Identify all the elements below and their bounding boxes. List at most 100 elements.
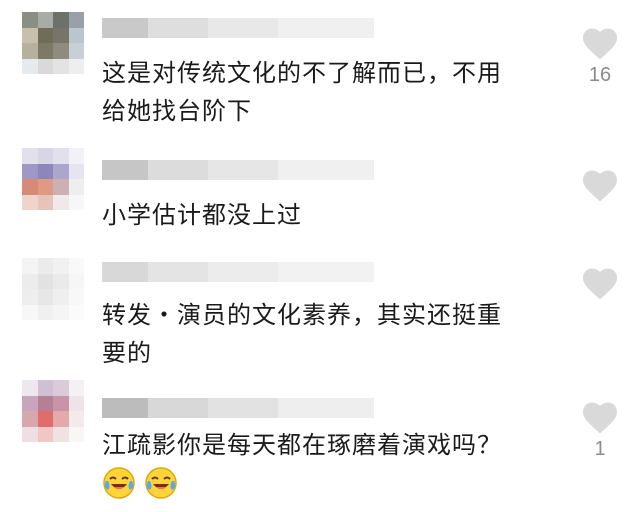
like-count: 1	[594, 438, 606, 460]
avatar-pixel	[37, 194, 53, 210]
username-pixel	[102, 262, 148, 282]
like-button[interactable]	[578, 168, 622, 206]
comment-text: 转发・演员的文化素养，其实还挺重 要的	[102, 301, 502, 367]
username-pixel	[278, 160, 374, 180]
avatar-pixel	[53, 179, 69, 195]
avatar-pixel	[22, 12, 38, 28]
avatar-pixel	[22, 273, 38, 289]
avatar-pixel	[22, 194, 38, 210]
avatar-pixel	[37, 426, 53, 442]
username-blurred[interactable]	[102, 160, 374, 180]
avatar-pixel	[22, 426, 38, 442]
avatar-pixel	[22, 258, 38, 274]
heart-icon	[583, 268, 617, 300]
avatar-pixel	[22, 304, 38, 320]
username-pixel	[102, 18, 148, 38]
avatar-pixel	[37, 58, 53, 74]
like-button[interactable]	[578, 266, 622, 304]
avatar-pixel	[68, 27, 84, 43]
avatar-pixel	[68, 163, 84, 179]
laughing-crying-emoji-icon	[145, 467, 177, 499]
heart-icon	[583, 28, 617, 60]
avatar-pixel	[68, 304, 84, 320]
avatar-pixel	[68, 194, 84, 210]
avatar-pixel	[22, 163, 38, 179]
username-blurred[interactable]	[102, 18, 374, 38]
avatar-pixel	[53, 426, 69, 442]
avatar-pixel	[37, 258, 53, 274]
avatar[interactable]	[22, 380, 84, 442]
avatar[interactable]	[22, 148, 84, 210]
avatar-pixel	[22, 395, 38, 411]
avatar-pixel	[53, 12, 69, 28]
username-pixel	[208, 398, 278, 418]
avatar-pixel	[37, 380, 53, 396]
like-button[interactable]: 1	[578, 400, 622, 461]
avatar-pixel	[37, 43, 53, 59]
avatar-pixel	[37, 12, 53, 28]
username-blurred[interactable]	[102, 262, 374, 282]
avatar-pixel	[22, 27, 38, 43]
laughing-crying-emoji-icon	[103, 467, 135, 499]
avatar-pixel	[68, 380, 84, 396]
username-pixel	[278, 18, 374, 38]
avatar-pixel	[22, 148, 38, 164]
avatar-pixel	[22, 179, 38, 195]
avatar-pixel	[37, 289, 53, 305]
avatar-pixel	[68, 273, 84, 289]
avatar-pixel	[53, 411, 69, 427]
avatar-pixel	[53, 395, 69, 411]
avatar-pixel	[68, 426, 84, 442]
avatar-pixel	[37, 148, 53, 164]
avatar-pixel	[53, 27, 69, 43]
avatar-pixel	[68, 148, 84, 164]
avatar-pixel	[53, 194, 69, 210]
avatar[interactable]	[22, 12, 84, 74]
avatar-pixel	[53, 273, 69, 289]
avatar-pixel	[68, 43, 84, 59]
like-count: 16	[588, 64, 612, 86]
avatar-pixel	[68, 179, 84, 195]
username-pixel	[278, 262, 374, 282]
username-blurred[interactable]	[102, 398, 374, 418]
like-button[interactable]: 16	[578, 26, 622, 87]
username-pixel	[148, 398, 208, 418]
avatar-pixel	[53, 43, 69, 59]
avatar-pixel	[37, 179, 53, 195]
username-pixel	[278, 398, 374, 418]
avatar-pixel	[37, 395, 53, 411]
avatar-pixel	[22, 58, 38, 74]
username-pixel	[102, 160, 148, 180]
avatar-pixel	[68, 58, 84, 74]
comment-text: 江疏影你是每天都在琢磨着演戏吗？	[102, 431, 502, 459]
avatar-pixel	[37, 163, 53, 179]
avatar-pixel	[53, 163, 69, 179]
comment-text: 这是对传统文化的不了解而已，不用 给她找台阶下	[102, 59, 502, 125]
username-pixel	[148, 160, 208, 180]
avatar-pixel	[53, 58, 69, 74]
avatar-pixel	[68, 12, 84, 28]
username-pixel	[208, 160, 278, 180]
avatar-pixel	[53, 380, 69, 396]
username-pixel	[148, 262, 208, 282]
comment-text: 小学估计都没上过	[102, 201, 302, 229]
avatar-pixel	[53, 148, 69, 164]
avatar-pixel	[68, 395, 84, 411]
avatar-pixel	[22, 411, 38, 427]
username-pixel	[208, 18, 278, 38]
avatar-pixel	[37, 304, 53, 320]
avatar-pixel	[53, 258, 69, 274]
avatar-pixel	[53, 304, 69, 320]
avatar-pixel	[22, 43, 38, 59]
avatar-pixel	[53, 289, 69, 305]
avatar-pixel	[68, 289, 84, 305]
heart-icon	[583, 402, 617, 434]
avatar-pixel	[37, 27, 53, 43]
username-pixel	[208, 262, 278, 282]
avatar-pixel	[37, 273, 53, 289]
username-pixel	[148, 18, 208, 38]
avatar[interactable]	[22, 258, 84, 320]
heart-icon	[583, 170, 617, 202]
avatar-pixel	[22, 380, 38, 396]
avatar-pixel	[68, 258, 84, 274]
